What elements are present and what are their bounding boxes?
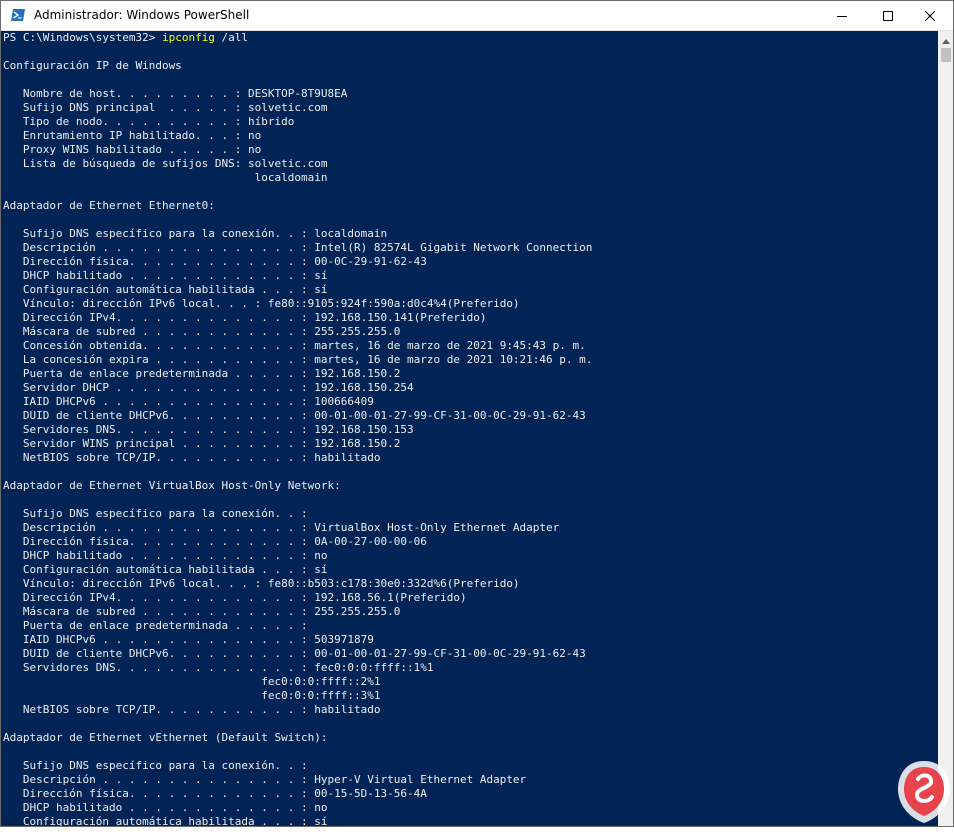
console-line: Dirección IPv4. . . . . . . . . . . . . …	[3, 311, 487, 324]
console-line: Enrutamiento IP habilitado. . . : no	[3, 129, 262, 142]
console-line: Descripción . . . . . . . . . . . . . . …	[3, 521, 560, 534]
console-line: Configuración automática habilitada . . …	[3, 563, 328, 576]
close-button[interactable]	[907, 1, 953, 30]
console-line: DUID de cliente DHCPv6. . . . . . . . . …	[3, 409, 586, 422]
title-bar[interactable]: Administrador: Windows PowerShell	[1, 1, 953, 31]
command-args: /all	[214, 31, 249, 44]
console-line: Puerta de enlace predeterminada . . . . …	[3, 367, 401, 380]
close-icon	[925, 10, 935, 21]
scroll-up-button[interactable]	[938, 31, 953, 49]
console-line: IAID DHCPv6 . . . . . . . . . . . . . . …	[3, 395, 374, 408]
console-line: Configuración automática habilitada . . …	[3, 283, 328, 296]
console-line: Tipo de nodo. . . . . . . . . . : híbrid…	[3, 115, 295, 128]
console-line: Lista de búsqueda de sufijos DNS: solvet…	[3, 157, 328, 170]
console-line: Adaptador de Ethernet VirtualBox Host-On…	[3, 479, 341, 492]
console-line: Dirección IPv4. . . . . . . . . . . . . …	[3, 591, 467, 604]
console-line: IAID DHCPv6 . . . . . . . . . . . . . . …	[3, 633, 374, 646]
console-line: DHCP habilitado . . . . . . . . . . . . …	[3, 801, 328, 814]
console-line: Máscara de subred . . . . . . . . . . . …	[3, 605, 401, 618]
console-line: Sufijo DNS específico para la conexión. …	[3, 227, 388, 240]
maximize-button[interactable]	[865, 1, 911, 30]
console-line: Configuración IP de Windows	[3, 59, 182, 72]
console-line: Vínculo: dirección IPv6 local. . . : fe8…	[3, 577, 520, 590]
console-line: Descripción . . . . . . . . . . . . . . …	[3, 241, 593, 254]
window-title: Administrador: Windows PowerShell	[34, 8, 250, 22]
console-line: DUID de cliente DHCPv6. . . . . . . . . …	[3, 647, 586, 660]
console-line: Puerta de enlace predeterminada . . . . …	[3, 619, 308, 632]
prompt: PS C:\Windows\system32>	[3, 31, 162, 44]
minimize-button[interactable]	[819, 1, 865, 30]
command-line: PS C:\Windows\system32> ipconfig /all	[3, 31, 248, 45]
console-line: Vínculo: dirección IPv6 local. . . : fe8…	[3, 297, 520, 310]
console-line: fec0:0:0:ffff::3%1	[3, 689, 381, 702]
console-line: DHCP habilitado . . . . . . . . . . . . …	[3, 269, 328, 282]
vertical-scrollbar[interactable]	[938, 31, 953, 826]
console-line: Máscara de subred . . . . . . . . . . . …	[3, 325, 401, 338]
console-line: NetBIOS sobre TCP/IP. . . . . . . . . . …	[3, 451, 381, 464]
maximize-icon	[883, 10, 893, 21]
console-line: Sufijo DNS principal . . . . . : solveti…	[3, 101, 328, 114]
console-line: Servidores DNS. . . . . . . . . . . . . …	[3, 423, 414, 436]
console-line: Configuración automática habilitada . . …	[3, 815, 328, 826]
console-line: Servidor WINS principal . . . . . . . . …	[3, 437, 401, 450]
command: ipconfig	[161, 31, 215, 44]
minimize-icon	[837, 11, 847, 21]
console-line: Servidor DHCP . . . . . . . . . . . . . …	[3, 381, 414, 394]
scroll-thumb[interactable]	[941, 48, 951, 62]
console-output[interactable]: PS C:\Windows\system32> ipconfig /all Co…	[1, 31, 938, 826]
console-line: Adaptador de Ethernet vEthernet (Default…	[3, 731, 328, 744]
console-line: Proxy WINS habilitado . . . . . : no	[3, 143, 262, 156]
powershell-window: Administrador: Windows PowerShell PS C:\…	[0, 0, 954, 827]
console-line: Adaptador de Ethernet Ethernet0:	[3, 199, 215, 212]
solvetic-logo	[894, 757, 954, 827]
console-line: fec0:0:0:ffff::2%1	[3, 675, 381, 688]
console-line: localdomain	[3, 171, 328, 184]
console-line: La concesión expira . . . . . . . . . . …	[3, 353, 593, 366]
console-line: DHCP habilitado . . . . . . . . . . . . …	[3, 549, 328, 562]
console-line: Concesión obtenida. . . . . . . . . . . …	[3, 339, 586, 352]
console-line: Dirección física. . . . . . . . . . . . …	[3, 255, 427, 268]
console-line: Dirección física. . . . . . . . . . . . …	[3, 535, 427, 548]
console-line: Servidores DNS. . . . . . . . . . . . . …	[3, 661, 434, 674]
powershell-icon[interactable]	[10, 7, 26, 23]
console-line: Sufijo DNS específico para la conexión. …	[3, 759, 308, 772]
chevron-up-icon	[942, 31, 950, 49]
console-line: Descripción . . . . . . . . . . . . . . …	[3, 773, 527, 786]
console-line: Nombre de host. . . . . . . . . : DESKTO…	[3, 87, 348, 100]
console-line: Dirección física. . . . . . . . . . . . …	[3, 787, 427, 800]
console-line: Sufijo DNS específico para la conexión. …	[3, 507, 308, 520]
console-line: NetBIOS sobre TCP/IP. . . . . . . . . . …	[3, 703, 381, 716]
